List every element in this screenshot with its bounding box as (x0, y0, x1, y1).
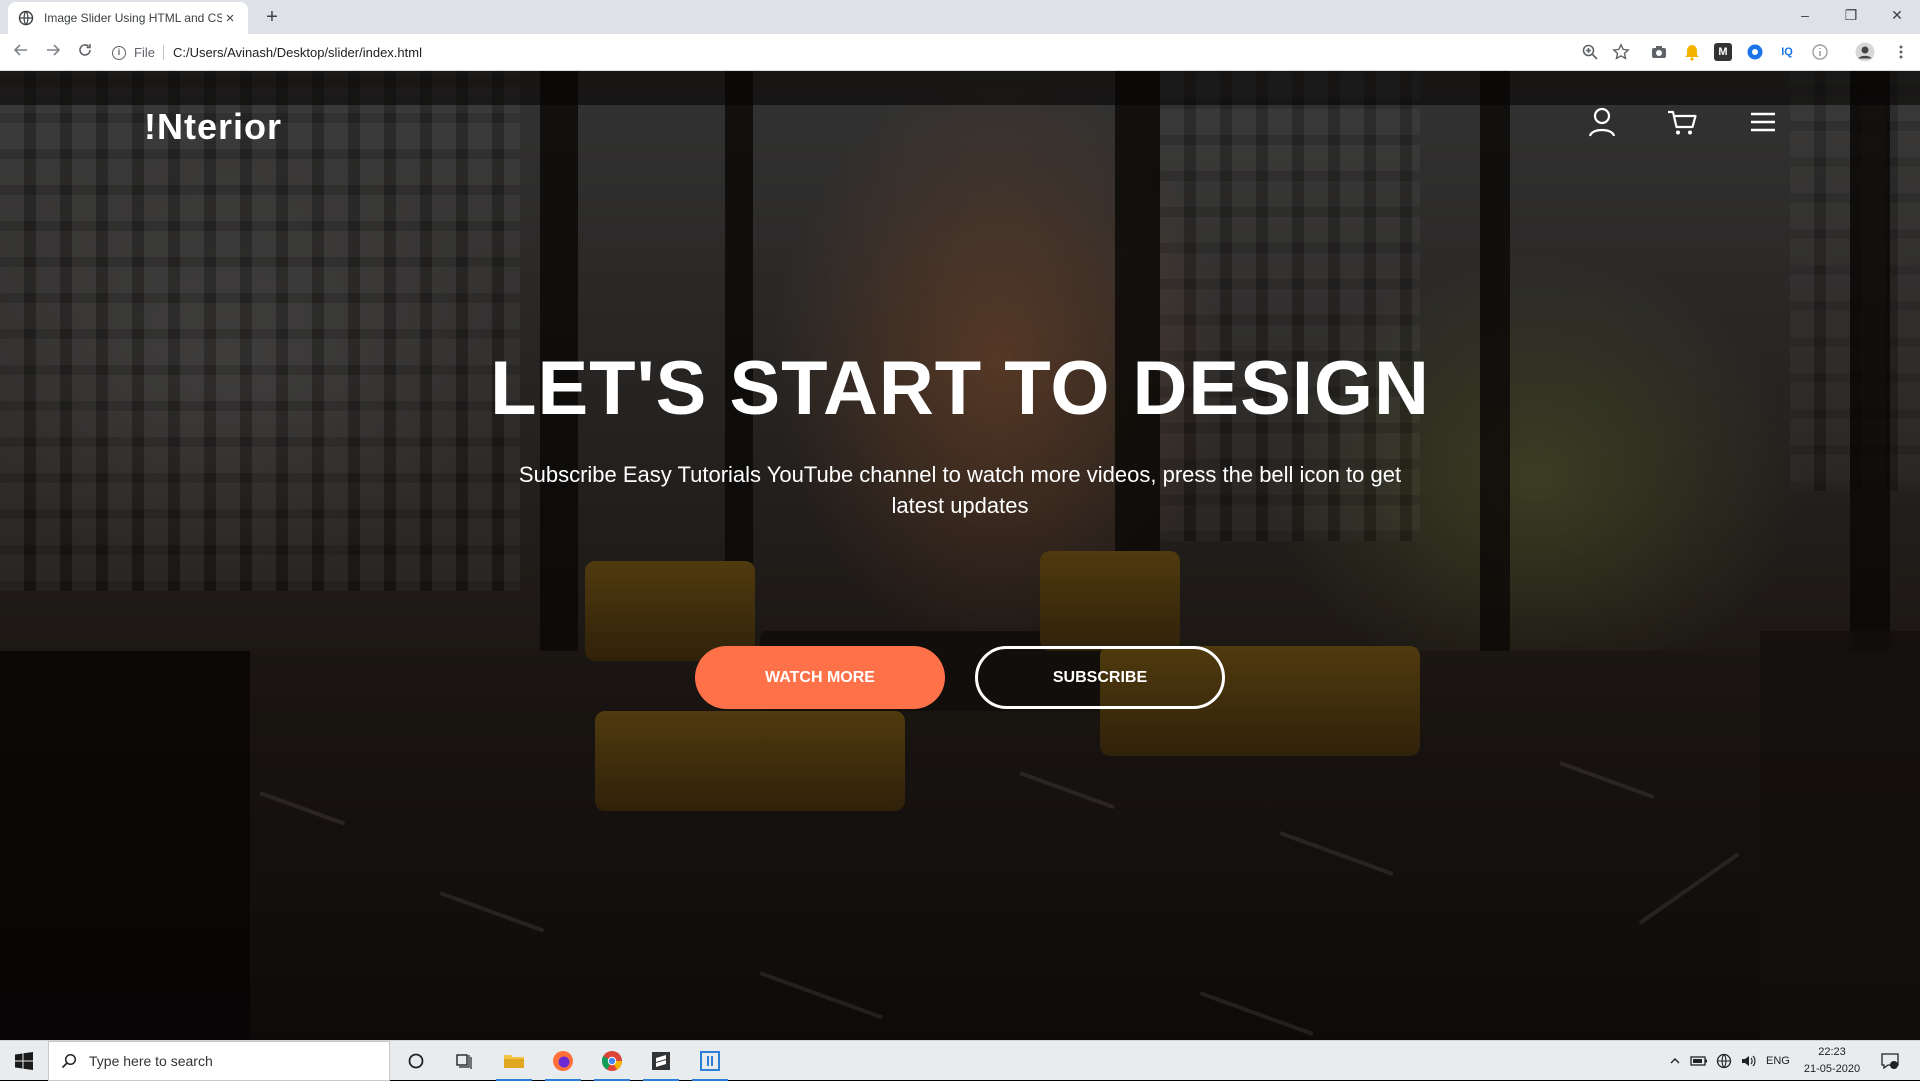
cortana-icon[interactable] (392, 1041, 440, 1081)
start-button[interactable] (0, 1041, 48, 1081)
forward-button[interactable] (40, 40, 66, 66)
m-extension-icon[interactable]: M (1714, 43, 1732, 61)
tab-title: Image Slider Using HTML and CSS (44, 11, 222, 25)
back-arrow-icon (13, 44, 27, 56)
close-window-button[interactable]: ✕ (1874, 0, 1920, 30)
watch-more-button[interactable]: WATCH MORE (695, 646, 945, 709)
globe-icon (18, 10, 34, 26)
search-placeholder: Type here to search (89, 1053, 213, 1069)
system-clock[interactable]: 22:23 21-05-2020 (1784, 1044, 1880, 1078)
clock-date: 21-05-2020 (1803, 1063, 1861, 1075)
more-menu-icon[interactable] (1892, 43, 1910, 61)
reload-icon (79, 44, 91, 56)
windows-logo-icon (15, 1052, 33, 1070)
bell-extension-icon[interactable] (1683, 43, 1701, 61)
reload-button[interactable] (72, 40, 98, 66)
chrome-icon[interactable] (588, 1041, 636, 1081)
user-icon[interactable] (1584, 104, 1620, 140)
network-globe-icon[interactable] (1716, 1041, 1732, 1081)
windows-taskbar: Type here to search ENG 22:23 21-05-2020 (0, 1040, 1920, 1081)
subscribe-button[interactable]: SUBSCRIBE (975, 646, 1225, 709)
snip-icon[interactable] (686, 1041, 734, 1081)
minimize-button[interactable]: – (1782, 0, 1828, 30)
new-tab-button[interactable]: + (260, 5, 284, 29)
site-info-icon[interactable]: i (112, 45, 126, 60)
zoom-icon[interactable] (1581, 43, 1599, 61)
browser-tab[interactable]: Image Slider Using HTML and CSS × (8, 2, 248, 34)
address-prefix: File (134, 45, 164, 60)
tab-close-icon[interactable]: × (222, 10, 238, 27)
notification-center-icon[interactable] (1880, 1041, 1900, 1081)
hamburger-menu-icon[interactable] (1745, 104, 1781, 140)
back-button[interactable] (8, 40, 34, 66)
file-explorer-icon[interactable] (490, 1041, 538, 1081)
site-logo[interactable]: !Nterior (144, 106, 282, 148)
dark-overlay (0, 71, 1920, 1040)
task-view-icon[interactable] (440, 1041, 488, 1081)
address-url[interactable]: C:/Users/Avinash/Desktop/slider/index.ht… (173, 45, 422, 60)
hero-subtitle: Subscribe Easy Tutorials YouTube channel… (518, 462, 1402, 518)
iq-extension-icon[interactable]: IQ (1778, 43, 1796, 61)
sublime-icon[interactable] (637, 1041, 685, 1081)
search-icon (61, 1053, 77, 1069)
clock-time: 22:23 (1818, 1046, 1846, 1058)
address-bar[interactable]: i File C:/Users/Avinash/Desktop/slider/i… (112, 39, 1672, 66)
camera-icon[interactable] (1650, 43, 1668, 61)
profile-avatar[interactable] (1855, 42, 1875, 62)
tray-chevron-icon[interactable] (1668, 1041, 1682, 1081)
page-viewport: !Nterior LET'S START TO DESIGN Subscribe… (0, 71, 1920, 1040)
forward-arrow-icon (47, 44, 61, 56)
cart-icon[interactable] (1664, 104, 1700, 140)
blue-extension-icon[interactable] (1746, 43, 1764, 61)
info-extension-icon[interactable] (1811, 43, 1829, 61)
restore-button[interactable]: ❐ (1828, 0, 1874, 30)
taskbar-search[interactable]: Type here to search (48, 1041, 390, 1081)
browser-toolbar: i File C:/Users/Avinash/Desktop/slider/i… (0, 34, 1920, 71)
battery-icon[interactable] (1690, 1041, 1708, 1081)
browser-tabstrip: Image Slider Using HTML and CSS × + – ❐ … (0, 0, 1920, 34)
volume-icon[interactable] (1740, 1041, 1758, 1081)
hero-title: LET'S START TO DESIGN (490, 346, 1430, 431)
star-icon[interactable] (1612, 43, 1630, 61)
firefox-icon[interactable] (539, 1041, 587, 1081)
